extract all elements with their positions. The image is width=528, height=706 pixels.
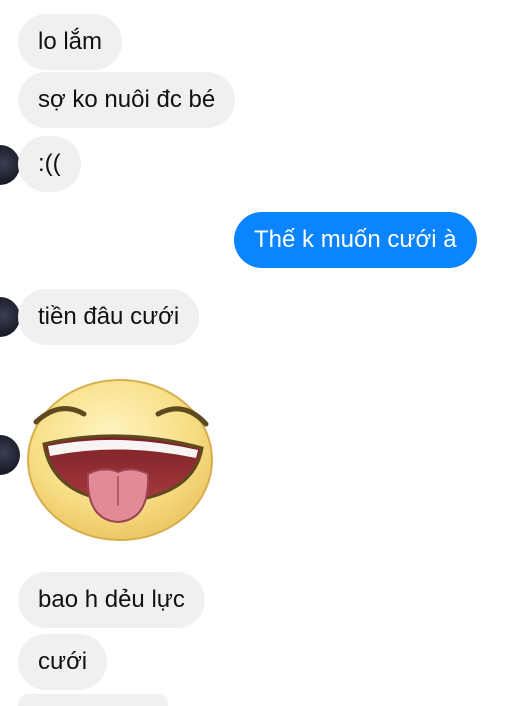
message-text: Thế k muốn cưới à	[254, 226, 457, 253]
message-text: tiền đâu cưới	[38, 303, 180, 330]
message-bubble-outgoing[interactable]: Thế k muốn cưới à	[234, 212, 477, 268]
message-bubble-incoming[interactable]: lo lắm	[18, 14, 123, 70]
message-bubble-incoming[interactable]: sợ ko nuôi đc bé	[18, 72, 236, 128]
message-bubble-incoming[interactable]: bao h dẻu lực	[18, 572, 205, 628]
laughing-face-icon	[27, 379, 213, 541]
contact-avatar[interactable]	[0, 145, 20, 185]
message-text: bao h dẻu lực	[38, 586, 185, 613]
contact-avatar[interactable]	[0, 297, 20, 337]
message-text: lo lắm	[38, 28, 103, 55]
partial-message-bubble	[18, 694, 168, 706]
message-bubble-incoming[interactable]: cưới	[18, 634, 108, 690]
message-bubble-incoming[interactable]: tiền đâu cưới	[18, 289, 200, 345]
laughing-tongue-out-sticker[interactable]	[22, 374, 218, 544]
message-text: cưới	[38, 648, 88, 675]
message-bubble-incoming[interactable]: :((	[18, 136, 81, 192]
message-text: sợ ko nuôi đc bé	[38, 86, 216, 113]
contact-avatar[interactable]	[0, 435, 20, 475]
message-text: :((	[38, 150, 61, 177]
